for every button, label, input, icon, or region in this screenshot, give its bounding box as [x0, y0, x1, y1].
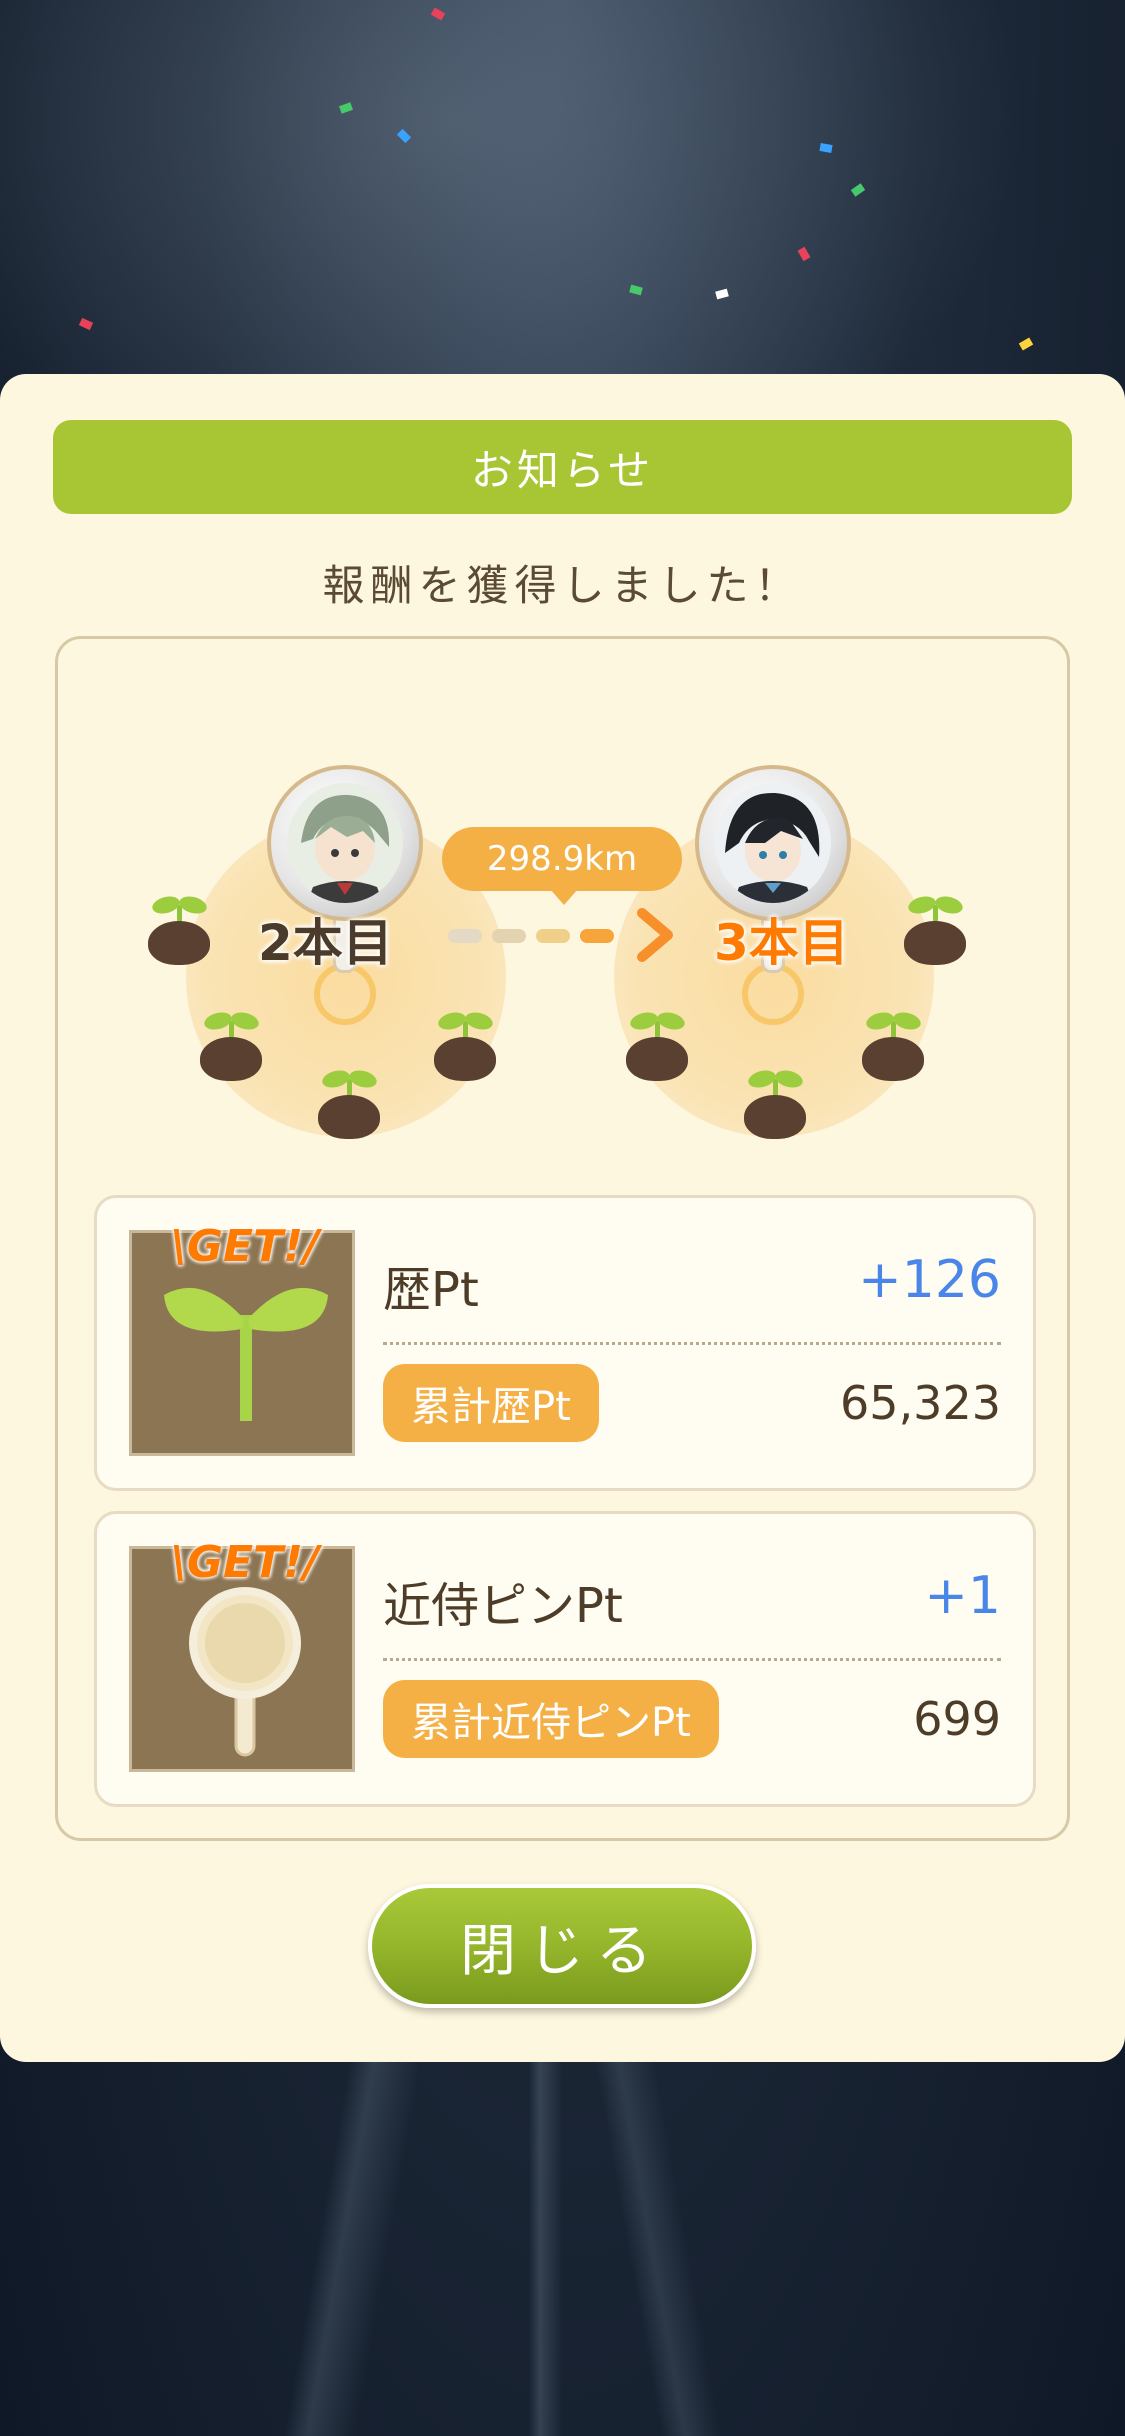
- reward-icon-tile: \GET!/: [129, 1221, 355, 1456]
- divider: [383, 1342, 1001, 1345]
- distance-value: 298.9km: [486, 839, 638, 879]
- reward-content-box: 2本目 3本目 298.9km \GET!/ 歴Pt +126 累計歴Pt 65…: [55, 636, 1070, 1841]
- progress-dash: [448, 929, 482, 943]
- reward-title: 歴Pt: [383, 1262, 479, 1318]
- reward-dialog: お知らせ 報酬を獲得しました！ 2本目 3本目 298.9km \GET!/ 歴…: [0, 374, 1125, 2062]
- sprout-icon: [318, 1067, 380, 1139]
- total-label-pill: 累計近侍ピンPt: [383, 1680, 719, 1758]
- dialog-title: お知らせ: [470, 445, 655, 495]
- sprout-icon: [148, 893, 210, 965]
- close-button-label: 閉じる: [460, 1918, 664, 1984]
- total-value: 699: [913, 1692, 1001, 1746]
- reward-message: 報酬を獲得しました！: [322, 561, 803, 610]
- reward-title: 近侍ピンPt: [383, 1578, 623, 1634]
- total-label: 累計歴Pt: [411, 1384, 571, 1430]
- sprout-icon: [200, 1009, 262, 1081]
- distance-badge: 298.9km: [442, 827, 682, 891]
- current-tree-label: 2本目: [258, 914, 393, 972]
- progress-dash: [580, 929, 614, 943]
- character-avatar: [287, 783, 403, 903]
- total-label-pill: 累計歴Pt: [383, 1364, 599, 1442]
- reward-card-reki-pt: \GET!/ 歴Pt +126 累計歴Pt 65,323: [94, 1195, 1036, 1491]
- next-character-pin: [695, 765, 851, 921]
- get-badge: \GET!/: [170, 1537, 320, 1588]
- next-tree-label: 3本目: [714, 914, 849, 972]
- current-character-pin: [267, 765, 423, 921]
- reward-gain: +1: [924, 1566, 1001, 1626]
- reward-gain: +126: [858, 1250, 1001, 1310]
- character-avatar: [715, 783, 831, 903]
- dialog-title-bar: お知らせ: [53, 420, 1072, 514]
- arrow-right-icon: [637, 908, 673, 962]
- divider: [383, 1658, 1001, 1661]
- sprout-icon: [626, 1009, 688, 1081]
- distance-badge-tail: [550, 889, 578, 905]
- progress-dash: [492, 929, 526, 943]
- reward-card-pin-pt: \GET!/ 近侍ピンPt +1 累計近侍ピンPt 699: [94, 1511, 1036, 1807]
- sprout-icon: [434, 1009, 496, 1081]
- get-badge: \GET!/: [170, 1221, 320, 1272]
- sprout-icon: [862, 1009, 924, 1081]
- sprout-icon: [904, 893, 966, 965]
- background-light-rays: [0, 2000, 1125, 2436]
- sprout-icon: [744, 1067, 806, 1139]
- total-label: 累計近侍ピンPt: [411, 1700, 691, 1746]
- reward-icon-tile: \GET!/: [129, 1537, 355, 1772]
- close-button[interactable]: 閉じる: [368, 1884, 756, 2008]
- progress-dash: [536, 929, 570, 943]
- total-value: 65,323: [840, 1376, 1001, 1430]
